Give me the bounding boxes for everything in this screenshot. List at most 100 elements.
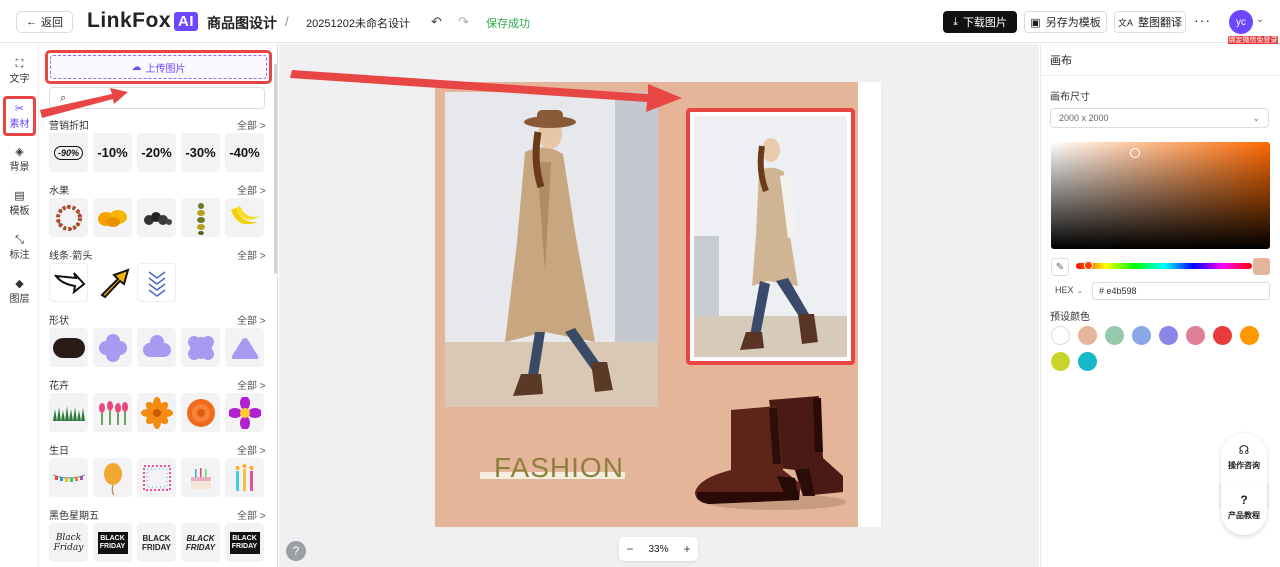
chevron-arrows-tile[interactable] [137,263,176,302]
preset-color[interactable] [1240,326,1259,345]
yellow-arrow-tile[interactable] [93,263,132,302]
preset-color[interactable] [1078,326,1097,345]
section-title: 形状 [49,316,69,327]
tile-row-shapes [49,328,264,367]
tulips-tile[interactable] [93,393,132,432]
preset-colors-row-1 [1051,326,1259,345]
confetti-frame-tile[interactable] [137,458,176,497]
rail-item-materials[interactable]: ✂ 素材 [3,96,36,136]
grass-tile[interactable] [49,393,88,432]
panel-scrollbar[interactable] [274,64,277,274]
preset-color[interactable] [1051,326,1070,345]
rail-item-annotate[interactable]: ⤡ 标注 [3,230,36,264]
color-saturation-field[interactable] [1051,142,1270,249]
zoom-out-icon[interactable]: − [626,542,633,556]
shape-flower-tile[interactable] [93,328,132,367]
mango-tile[interactable] [93,198,132,237]
rail-item-layers[interactable]: ◆ 图层 [3,274,36,308]
preset-color[interactable] [1159,326,1178,345]
color-mode-select[interactable]: HEX [1055,285,1074,295]
shape-cloud-tile[interactable] [137,328,176,367]
tutorial-button[interactable]: ? 产品教程 [1221,483,1267,535]
material-tile[interactable]: -90% [49,133,88,172]
chevron-down-icon[interactable]: ⌄ [1256,14,1264,25]
chevron-down-icon[interactable]: ⌄ [1076,285,1084,296]
canvas-size-select[interactable]: 2000 x 2000 ⌄ [1050,108,1269,128]
shape-triangle-tile[interactable] [225,328,264,367]
materials-icon: ✂ [14,102,25,115]
eyedropper-icon[interactable]: ✎ [1051,258,1069,276]
document-name[interactable]: 20251202未命名设计 [306,15,410,31]
grape-stack-tile[interactable] [181,198,220,237]
material-tile[interactable]: -40% [225,133,264,172]
help-icon[interactable]: ? [286,541,306,561]
curved-arrow-tile[interactable] [49,263,88,302]
upload-image-button[interactable]: ☁ 上传图片 [50,55,267,79]
material-tile[interactable]: BLACK FRIDAY [225,523,264,562]
preset-color[interactable] [1105,326,1124,345]
material-tile[interactable]: BLACK FRIDAY [181,523,220,562]
hue-slider-handle[interactable] [1084,261,1093,270]
preset-color[interactable] [1051,352,1070,371]
tile-row-flowers [49,393,264,432]
purple-flower-tile[interactable] [225,393,264,432]
top-bar: ← 返回 LinkFox AI 商品图设计 / 20251202未命名设计 ↶ … [0,0,1280,46]
save-as-template-button[interactable]: ▣ 另存为模板 [1024,11,1107,33]
zoom-in-icon[interactable]: + [683,542,690,556]
rail-item-template[interactable]: ▤ 模板 [3,186,36,220]
model-photo-small[interactable] [694,116,847,357]
rail-item-text[interactable]: ⛶ 文字 [3,54,36,88]
material-tile[interactable]: -30% [181,133,220,172]
view-all-link[interactable]: 全部 > [237,247,266,262]
model-photo-large[interactable] [445,92,658,407]
boots-photo[interactable] [691,388,851,514]
more-icon[interactable]: ··· [1194,12,1211,28]
fruit-wreath-tile[interactable] [49,198,88,237]
view-all-link[interactable]: 全部 > [237,377,266,392]
download-button[interactable]: ⤓ 下载图片 [943,11,1017,33]
view-all-link[interactable]: 全部 > [237,182,266,197]
avatar[interactable]: yc [1229,10,1253,34]
template-icon: ▣ [1030,16,1041,29]
rail-item-background[interactable]: ◈ 背景 [3,142,36,176]
material-tile[interactable]: BLACK FRIDAY [93,523,132,562]
candles-tile[interactable] [225,458,264,497]
redo-icon[interactable]: ↷ [458,14,469,30]
cake-tile[interactable] [181,458,220,497]
translate-button[interactable]: 文A 整图翻译 [1114,11,1186,33]
shape-pill-tile[interactable] [49,328,88,367]
color-picker-handle[interactable] [1130,148,1140,158]
berries-tile[interactable] [137,198,176,237]
undo-icon[interactable]: ↶ [431,14,442,30]
preset-color[interactable] [1186,326,1205,345]
tile-row-black-friday: Black Friday BLACK FRIDAY BLACK FRIDAY B… [49,523,264,562]
material-tile[interactable]: Black Friday [49,523,88,562]
view-all-link[interactable]: 全部 > [237,507,266,522]
preset-color[interactable] [1213,326,1232,345]
preset-color[interactable] [1078,352,1097,371]
canvas-workspace[interactable]: FASHION [279,44,1039,567]
view-all-link[interactable]: 全部 > [237,442,266,457]
material-tile[interactable]: -20% [137,133,176,172]
hue-slider[interactable] [1076,261,1252,270]
bunting-tile[interactable] [49,458,88,497]
rose-tile[interactable] [181,393,220,432]
selected-photo-frame[interactable] [686,108,855,365]
shape-blob-tile[interactable] [181,328,220,367]
canvas-size-label: 画布尺寸 [1050,92,1090,103]
current-color-swatch [1253,258,1270,275]
material-tile[interactable]: -10% [93,133,132,172]
preset-color[interactable] [1132,326,1151,345]
view-all-link[interactable]: 全部 > [237,117,266,132]
material-search[interactable]: ⌕ [49,87,265,109]
balloon-tile[interactable] [93,458,132,497]
fashion-title-text[interactable]: FASHION [494,452,624,484]
banana-tile[interactable] [225,198,264,237]
material-tile[interactable]: BLACK FRIDAY [137,523,176,562]
search-input[interactable] [72,92,253,104]
hex-input[interactable]: # e4b598 [1092,282,1270,300]
back-button[interactable]: ← 返回 [16,11,73,33]
orange-flower-tile[interactable] [137,393,176,432]
design-canvas[interactable]: FASHION [435,82,881,527]
view-all-link[interactable]: 全部 > [237,312,266,327]
